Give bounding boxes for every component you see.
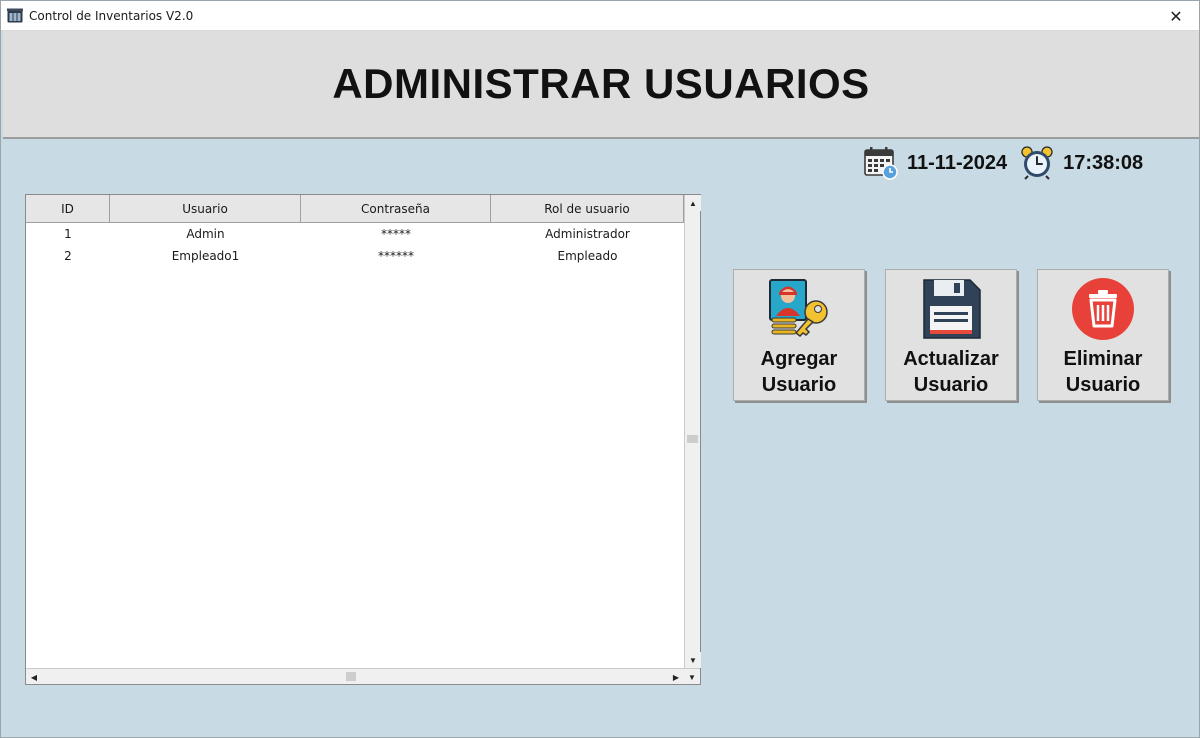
update-user-label-line2: Usuario xyxy=(913,374,989,396)
cell-usuario: Empleado1 xyxy=(171,249,240,263)
cell-id: 1 xyxy=(64,227,72,241)
horizontal-scroll-thumb[interactable] xyxy=(346,672,356,681)
table-header: ID Usuario Contraseña Rol de usuario xyxy=(26,195,684,223)
scroll-corner-down-icon[interactable]: ▼ xyxy=(684,669,700,685)
time-label: 17:38:08 xyxy=(1063,151,1144,174)
datetime-display: 11-11-2024 17:38:08 xyxy=(863,145,1155,181)
scroll-left-icon[interactable]: ◀ xyxy=(26,669,42,685)
add-user-label-line2: Usuario xyxy=(761,374,837,396)
cell-usuario: Admin xyxy=(186,227,225,241)
update-user-label-line1: Actualizar xyxy=(903,348,999,370)
date-label: 11-11-2024 xyxy=(907,151,1008,174)
column-header-id[interactable]: ID xyxy=(26,195,110,223)
scroll-down-icon[interactable]: ▼ xyxy=(685,652,701,668)
delete-user-label: Eliminar Usuario xyxy=(1064,346,1143,398)
update-user-label: Actualizar Usuario xyxy=(903,346,999,398)
vertical-scrollbar[interactable]: ▲ ▼ xyxy=(684,195,701,668)
cell-id: 2 xyxy=(64,249,72,263)
trash-icon xyxy=(1072,278,1134,340)
column-header-rol[interactable]: Rol de usuario xyxy=(491,195,684,223)
column-header-usuario[interactable]: Usuario xyxy=(110,195,301,223)
cell-rol: Empleado xyxy=(557,249,618,263)
window-title: Control de Inventarios V2.0 xyxy=(29,9,194,23)
table-body: 1 Admin ***** Administrador 2 Empleado1 … xyxy=(26,223,684,267)
add-user-label: Agregar Usuario xyxy=(761,346,838,398)
add-user-label-line1: Agregar xyxy=(760,348,838,370)
cell-contrasena: ***** xyxy=(381,227,411,241)
app-icon xyxy=(7,8,23,23)
users-table[interactable]: ID Usuario Contraseña Rol de usuario 1 A… xyxy=(25,194,701,685)
close-button[interactable]: ✕ xyxy=(1153,1,1199,31)
floppy-disk-icon xyxy=(923,279,981,339)
vertical-scroll-thumb[interactable] xyxy=(687,435,698,443)
delete-user-label-line2: Usuario xyxy=(1065,374,1141,396)
delete-user-label-line1: Eliminar xyxy=(1063,348,1143,370)
page-title: ADMINISTRAR USUARIOS xyxy=(332,60,870,107)
scroll-right-icon[interactable]: ▶ xyxy=(668,669,684,685)
add-user-button[interactable]: Agregar Usuario xyxy=(733,269,865,401)
header-panel: ADMINISTRAR USUARIOS xyxy=(3,31,1199,139)
table-row[interactable]: 2 Empleado1 ****** Empleado xyxy=(26,245,684,267)
cell-rol: Administrador xyxy=(545,227,630,241)
horizontal-scrollbar[interactable]: ◀ ▶ ▼ xyxy=(26,668,700,684)
calendar-icon xyxy=(864,147,898,180)
user-key-icon xyxy=(769,279,828,337)
column-header-contrasena[interactable]: Contraseña xyxy=(301,195,491,223)
scroll-up-icon[interactable]: ▲ xyxy=(685,195,701,211)
alarm-clock-icon xyxy=(1021,146,1053,180)
table-row[interactable]: 1 Admin ***** Administrador xyxy=(26,223,684,245)
update-user-button[interactable]: Actualizar Usuario xyxy=(885,269,1017,401)
app-window: Control de Inventarios V2.0 ✕ ADMINISTRA… xyxy=(0,0,1200,738)
delete-user-button[interactable]: Eliminar Usuario xyxy=(1037,269,1169,401)
cell-contrasena: ****** xyxy=(378,249,414,263)
title-bar: Control de Inventarios V2.0 ✕ xyxy=(1,1,1199,31)
